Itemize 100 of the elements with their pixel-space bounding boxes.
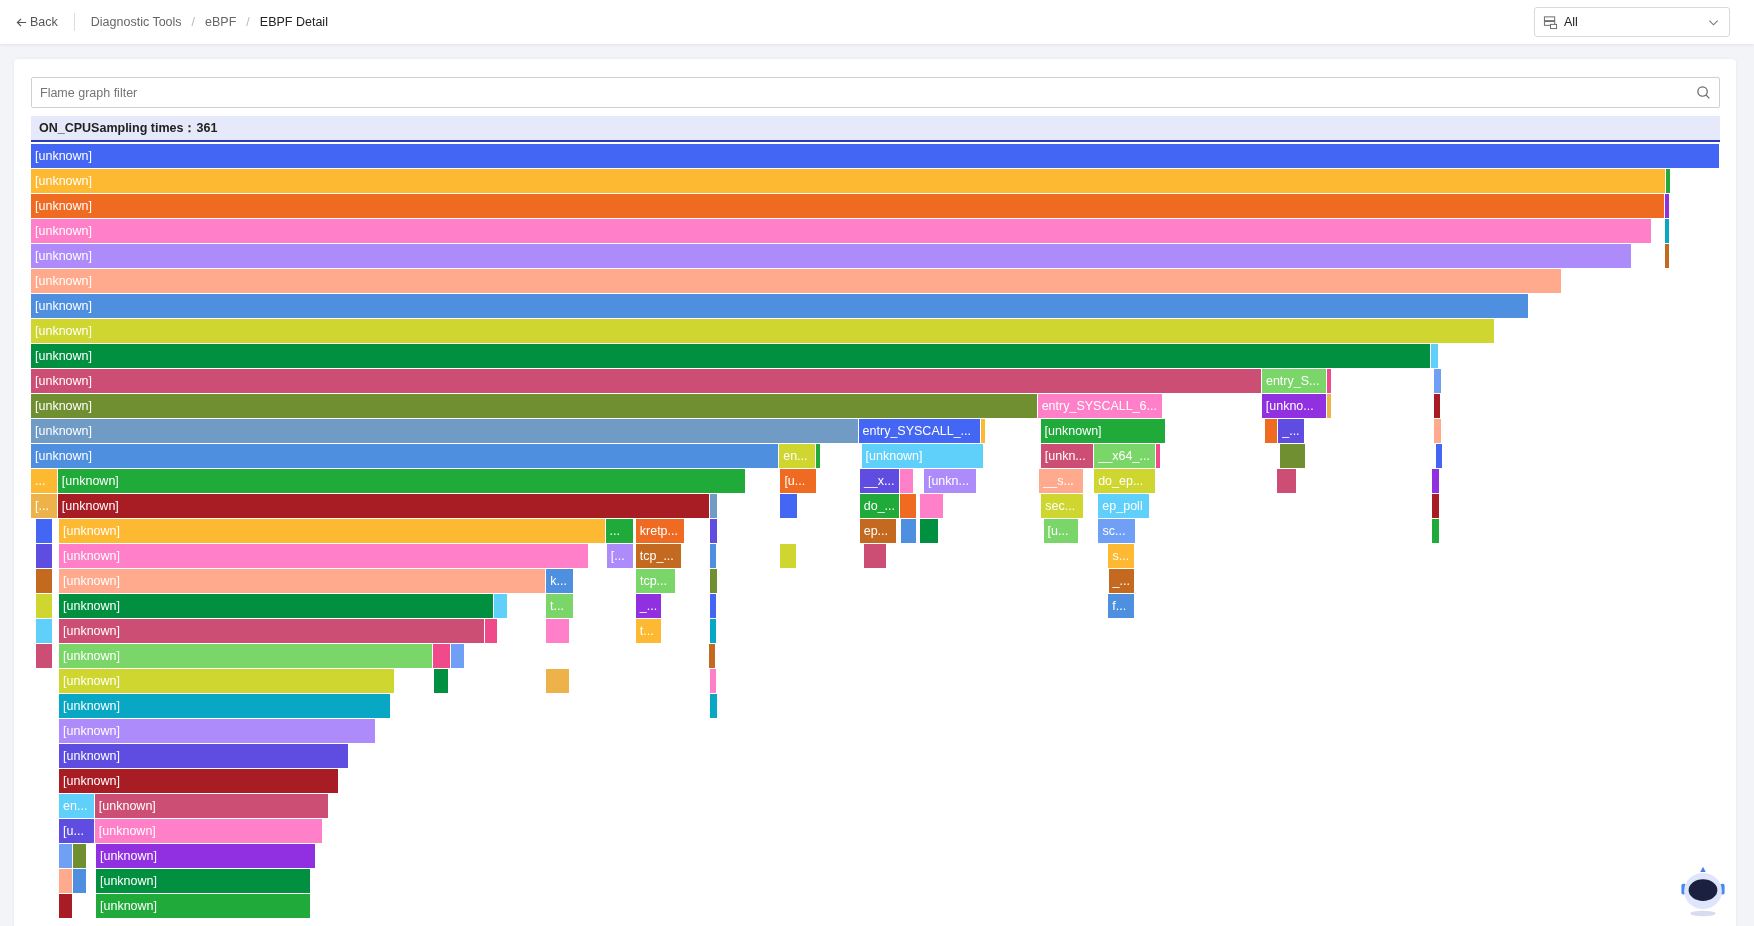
- flame-frame[interactable]: [1326, 369, 1332, 393]
- flame-frame[interactable]: [...: [31, 494, 58, 518]
- flame-frame[interactable]: [unknown]: [59, 644, 434, 668]
- flame-frame[interactable]: [unknown]: [57, 469, 746, 493]
- flame-frame[interactable]: [unkno...: [1261, 394, 1327, 418]
- flame-frame[interactable]: [u...: [1043, 519, 1080, 543]
- flame-frame[interactable]: [1435, 444, 1444, 468]
- flame-frame[interactable]: [unknown]: [59, 769, 340, 793]
- flame-frame[interactable]: [709, 569, 718, 593]
- flame-frame[interactable]: [unknown]: [57, 494, 710, 518]
- flame-frame[interactable]: [816, 444, 822, 468]
- flame-frame[interactable]: [unknown]: [1040, 419, 1167, 443]
- flame-frame[interactable]: [1664, 244, 1670, 268]
- back-link[interactable]: Back: [16, 15, 58, 29]
- flame-frame[interactable]: [unknown]: [59, 744, 350, 768]
- flame-frame[interactable]: [unknown]: [59, 594, 494, 618]
- flame-frame[interactable]: _...: [1278, 419, 1306, 443]
- flame-frame[interactable]: entry_S...: [1261, 369, 1327, 393]
- flame-frame[interactable]: [unknown]: [96, 869, 311, 893]
- flame-frame[interactable]: t...: [546, 594, 575, 618]
- flame-frame[interactable]: [unknown]: [31, 219, 1652, 243]
- flame-frame[interactable]: [709, 594, 718, 618]
- flame-frame[interactable]: entry_SYSCALL_...: [858, 419, 981, 443]
- flame-frame[interactable]: [unkn...: [1040, 444, 1095, 468]
- flame-frame[interactable]: tcp_...: [635, 544, 682, 568]
- flame-frame[interactable]: __s...: [1039, 469, 1084, 493]
- flame-frame[interactable]: [1432, 494, 1440, 518]
- flame-frame[interactable]: [unknown]: [31, 319, 1496, 343]
- flame-frame[interactable]: [1665, 169, 1671, 193]
- breadcrumb-link[interactable]: eBPF: [205, 15, 237, 29]
- flame-frame[interactable]: [35, 569, 54, 593]
- flame-frame[interactable]: [unknown]: [31, 269, 1563, 293]
- flame-frame[interactable]: [1276, 469, 1297, 493]
- flame-frame[interactable]: entry_SYSCALL_6...: [1037, 394, 1164, 418]
- flame-frame[interactable]: [unknown]: [31, 169, 1666, 193]
- flame-frame[interactable]: t...: [635, 619, 662, 643]
- flame-frame[interactable]: [u...: [780, 469, 818, 493]
- flame-frame[interactable]: ...: [605, 519, 634, 543]
- flame-frame[interactable]: [1279, 444, 1306, 468]
- flame-frame[interactable]: ep...: [859, 519, 897, 543]
- flame-frame[interactable]: [1432, 469, 1440, 493]
- flame-frame[interactable]: [u...: [59, 819, 95, 843]
- flame-frame[interactable]: [unknown]: [31, 369, 1262, 393]
- flame-frame[interactable]: [unknown]: [31, 194, 1666, 218]
- flame-frame[interactable]: [unknown]: [96, 894, 311, 918]
- filter-field[interactable]: Flame graph filter: [31, 77, 1720, 108]
- flame-frame[interactable]: [unknown]: [31, 244, 1633, 268]
- flame-frame[interactable]: ep_poll: [1098, 494, 1150, 518]
- flame-frame[interactable]: [434, 669, 449, 693]
- flame-frame[interactable]: __x64_...: [1094, 444, 1157, 468]
- flame-frame[interactable]: [35, 519, 54, 543]
- flame-frame[interactable]: f...: [1108, 594, 1136, 618]
- flame-frame[interactable]: [1156, 444, 1162, 468]
- flame-frame[interactable]: sc...: [1098, 519, 1137, 543]
- flame-frame[interactable]: sec...: [1041, 494, 1084, 518]
- flame-frame[interactable]: [unknown]: [94, 819, 324, 843]
- flame-frame[interactable]: [35, 644, 54, 668]
- flame-frame[interactable]: en...: [59, 794, 95, 818]
- flame-frame[interactable]: [780, 494, 799, 518]
- flame-frame[interactable]: [35, 544, 54, 568]
- breadcrumb-link[interactable]: Diagnostic Tools: [90, 15, 182, 29]
- flame-frame[interactable]: [unknown]: [94, 794, 329, 818]
- flame-frame[interactable]: _...: [635, 594, 662, 618]
- flame-frame[interactable]: do_ep...: [1094, 469, 1156, 493]
- flame-frame[interactable]: _...: [1108, 569, 1136, 593]
- flame-frame[interactable]: [900, 494, 917, 518]
- flame-frame[interactable]: [1264, 419, 1279, 443]
- flame-frame[interactable]: [unknown]: [59, 669, 395, 693]
- flame-frame[interactable]: [1433, 394, 1442, 418]
- flame-frame[interactable]: tcp...: [635, 569, 677, 593]
- flame-frame[interactable]: ...: [31, 469, 58, 493]
- flame-frame[interactable]: [709, 544, 718, 568]
- flame-frame[interactable]: __x...: [859, 469, 901, 493]
- flame-frame[interactable]: [864, 544, 887, 568]
- flame-frame[interactable]: [unknown]: [59, 569, 547, 593]
- flame-frame[interactable]: [1665, 194, 1671, 218]
- flame-frame[interactable]: do_...: [859, 494, 901, 518]
- flame-frame[interactable]: [unknown]: [96, 844, 316, 868]
- flame-frame[interactable]: [unknown]: [31, 344, 1432, 368]
- flame-frame[interactable]: [unknown]: [59, 544, 589, 568]
- flame-frame[interactable]: [unknown]: [861, 444, 984, 468]
- flame-frame[interactable]: [901, 519, 917, 543]
- flame-frame[interactable]: [unknown]: [31, 444, 780, 468]
- flame-frame[interactable]: [59, 894, 73, 918]
- flame-frame[interactable]: k...: [546, 569, 575, 593]
- flame-frame[interactable]: [unknown]: [31, 294, 1530, 318]
- flame-frame[interactable]: [433, 644, 451, 668]
- flame-frame[interactable]: [unknown]: [31, 144, 1720, 168]
- flame-frame[interactable]: [709, 519, 718, 543]
- flame-frame[interactable]: [708, 644, 717, 668]
- flame-frame[interactable]: [unknown]: [59, 694, 391, 718]
- breadcrumb-link[interactable]: EBPF Detail: [259, 15, 328, 29]
- flame-frame[interactable]: [1432, 519, 1440, 543]
- flame-frame[interactable]: s...: [1108, 544, 1136, 568]
- flame-frame[interactable]: kretp...: [635, 519, 686, 543]
- flame-frame[interactable]: [unknown]: [31, 394, 1038, 418]
- flame-frame[interactable]: [unkn...: [923, 469, 977, 493]
- flame-frame[interactable]: [unknown]: [59, 719, 377, 743]
- flame-frame[interactable]: [unknown]: [31, 419, 859, 443]
- view-select[interactable]: All: [1534, 7, 1730, 37]
